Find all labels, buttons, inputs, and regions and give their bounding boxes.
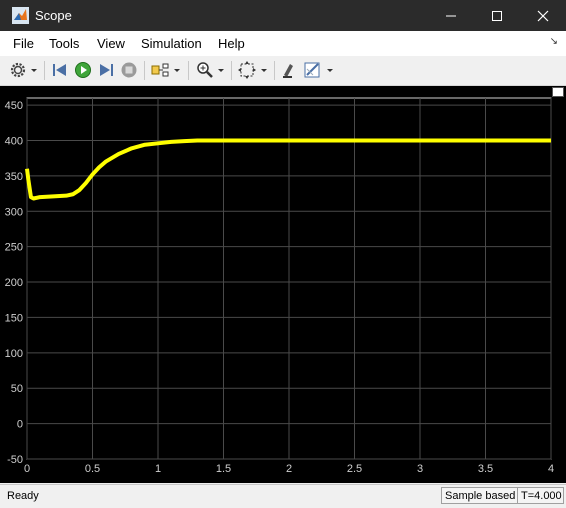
x-tick-label: 1.5	[216, 463, 231, 475]
signal-dropdown-icon[interactable]	[173, 61, 181, 79]
undock-plot-button[interactable]	[552, 87, 564, 97]
run-icon[interactable]	[74, 61, 92, 79]
y-tick-label: 100	[5, 348, 23, 360]
y-tick-label: 0	[17, 419, 23, 431]
zoom-dropdown-icon[interactable]	[217, 61, 225, 79]
step-back-icon[interactable]	[51, 61, 69, 79]
minimize-icon	[446, 15, 456, 17]
status-text: Ready	[7, 490, 39, 502]
style-dropdown-icon[interactable]	[326, 61, 334, 79]
menu-view[interactable]: View	[97, 36, 125, 51]
y-tick-label: 350	[5, 171, 23, 183]
close-icon	[537, 10, 549, 22]
y-tick-label: -50	[7, 454, 23, 466]
maximize-button[interactable]	[474, 0, 520, 31]
toolbar-separator	[144, 61, 145, 80]
y-tick-label: 400	[5, 135, 23, 147]
menu-simulation[interactable]: Simulation	[141, 36, 202, 51]
style-icon[interactable]	[304, 61, 322, 79]
scope-plot: 0 0.5 1 1.5 2 2.5 3 3.5 4 -50 0 50 100 150 200 250 300 35…	[0, 86, 566, 483]
scope-chart: 0 0.5 1 1.5 2 2.5 3 3.5 4-5005010015020025030035…	[5, 97, 554, 475]
menu-help[interactable]: Help	[218, 36, 245, 51]
window-title: Scope	[35, 8, 72, 23]
step-forward-icon[interactable]	[97, 61, 115, 79]
x-tick-label: 0.5	[85, 463, 100, 475]
toolbar-separator	[44, 61, 45, 80]
sample-mode-indicator: Sample based	[441, 487, 518, 504]
y-tick-label: 450	[5, 100, 23, 112]
signal-selector-icon[interactable]	[151, 61, 169, 79]
y-tick-label: 250	[5, 242, 23, 254]
settings-dropdown-icon[interactable]	[30, 61, 38, 79]
autoscale-icon[interactable]	[238, 61, 256, 79]
x-tick-label: 4	[548, 463, 554, 475]
menu-bar: File Tools View Simulation Help ↘	[0, 31, 566, 56]
toolbar-separator	[231, 61, 232, 80]
x-tick-label: 1	[155, 463, 161, 475]
simulation-time: T=4.000	[517, 487, 564, 504]
zoom-icon[interactable]	[196, 61, 214, 79]
maximize-icon	[492, 11, 502, 21]
settings-icon[interactable]	[9, 61, 27, 79]
y-tick-label: 200	[5, 277, 23, 289]
minimize-button[interactable]	[428, 0, 474, 31]
close-button[interactable]	[520, 0, 566, 31]
x-tick-label: 2.5	[347, 463, 362, 475]
toolbar-separator	[188, 61, 189, 80]
y-tick-label: 50	[11, 383, 23, 395]
x-tick-label: 3.5	[478, 463, 493, 475]
y-tick-label: 300	[5, 206, 23, 218]
highlight-icon[interactable]	[281, 61, 299, 79]
stop-icon[interactable]	[120, 61, 138, 79]
x-tick-label: 0	[24, 463, 30, 475]
x-tick-label: 3	[417, 463, 423, 475]
toolbar	[0, 56, 566, 86]
toolbar-separator	[274, 61, 275, 80]
menu-dock-icon[interactable]: ↘	[550, 36, 558, 47]
title-bar: Scope	[0, 0, 566, 31]
status-bar: Ready Sample based T=4.000	[0, 484, 566, 508]
autoscale-dropdown-icon[interactable]	[260, 61, 268, 79]
x-tick-label: 2	[286, 463, 292, 475]
menu-file[interactable]: File	[13, 36, 34, 51]
menu-tools[interactable]: Tools	[49, 36, 79, 51]
y-tick-label: 150	[5, 312, 23, 324]
matlab-icon	[12, 7, 29, 24]
